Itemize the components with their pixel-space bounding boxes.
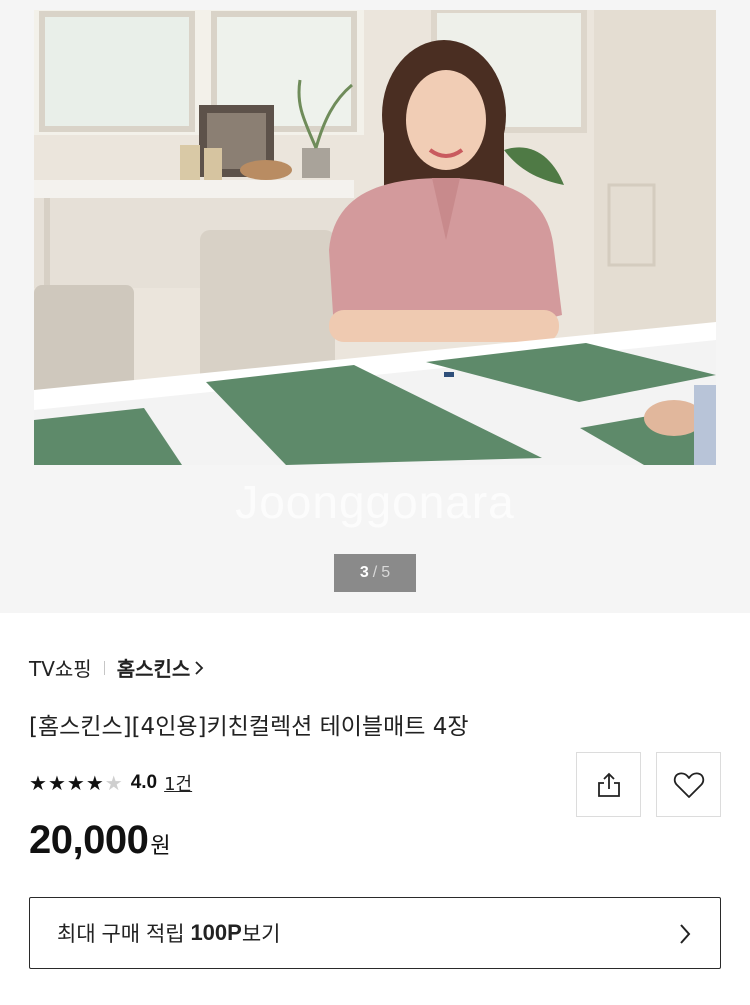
price: 20,000 원 [29,818,171,863]
rating-stars: ★ ★ ★ ★ ★ [29,773,124,793]
wishlist-button[interactable] [656,752,721,817]
breadcrumb-divider [103,660,105,675]
breadcrumb: TV쇼핑 홈스킨스 [29,653,205,682]
pager-current: 3 [359,564,369,581]
price-amount: 20,000 [29,818,149,862]
star-filled-icon: ★ [29,771,47,795]
share-button[interactable] [576,752,641,817]
pager-total: 5 [381,564,391,581]
image-pager-indicator: 3 / 5 [334,554,416,592]
product-image-gallery[interactable]: Joonggonara 3 / 5 [0,0,750,613]
brand-link[interactable]: 홈스킨스 [117,653,206,682]
pager-separator: / [372,564,378,581]
chevron-right-icon [680,924,691,944]
heart-icon [673,771,704,798]
star-empty-icon: ★ [104,771,123,795]
star-filled-icon: ★ [47,771,66,795]
star-filled-icon: ★ [66,771,85,795]
price-unit: 원 [150,834,171,859]
max-points-button[interactable]: 최대 구매 적립 100P 보기 [29,897,721,969]
channel-label[interactable]: TV쇼핑 [29,653,92,682]
share-icon [597,772,620,797]
watermark-text: Joonggonara [235,476,515,528]
points-suffix: 보기 [241,923,281,946]
star-filled-icon: ★ [85,771,104,795]
brand-name: 홈스킨스 [116,657,191,681]
points-prefix: 최대 구매 적립 [57,923,191,946]
rating-row: ★ ★ ★ ★ ★ 4.0 1건 [29,770,192,796]
review-count-link[interactable]: 1건 [164,770,192,796]
product-photo-illustration [34,10,716,465]
product-photo[interactable] [34,10,716,465]
rating-score: 4.0 [130,772,158,793]
chevron-right-icon [195,660,204,675]
points-amount: 100P [190,920,242,945]
product-title: [홈스킨스][4인용]키친컬렉션 테이블매트 4장 [29,714,469,740]
